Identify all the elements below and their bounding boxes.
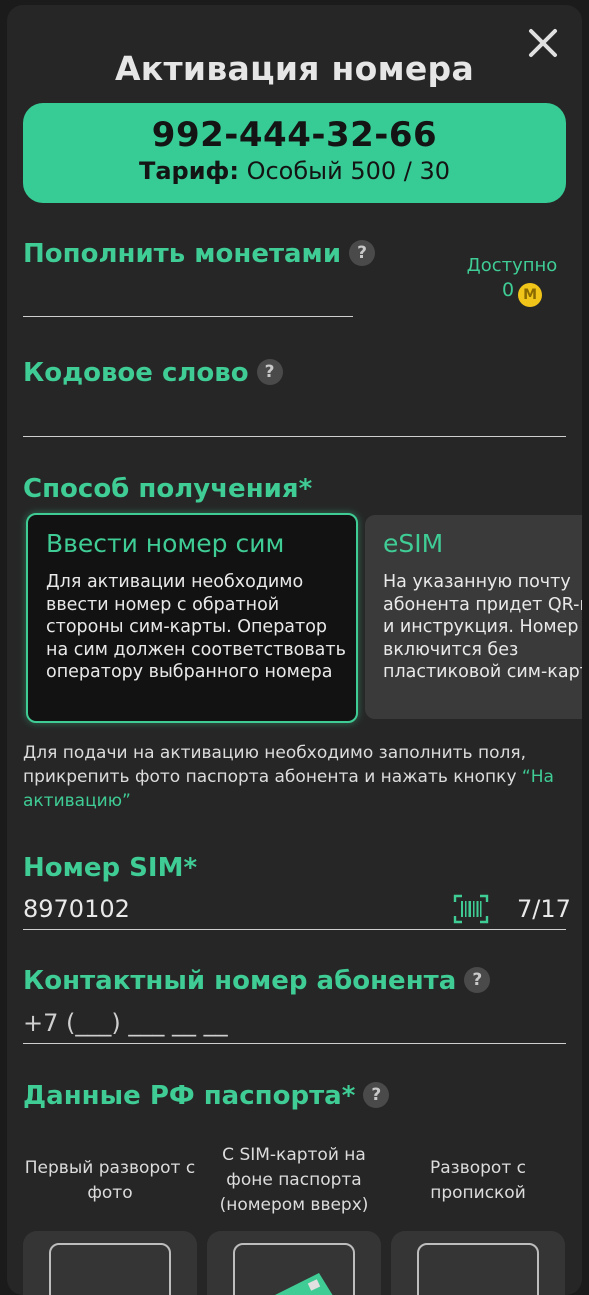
sim-number-label: Номер SIM* [23,853,198,883]
passport-label-row: Данные РФ паспорта*? [23,1081,390,1111]
coins-label-row: Пополнить монетами? [23,239,376,269]
coins-label: Пополнить монетами [23,239,342,269]
photo-upload-first-spread[interactable] [23,1231,197,1295]
passport-help-icon[interactable]: ? [363,1082,390,1108]
code-word-label: Кодовое слово [23,358,249,388]
coins-input[interactable] [23,316,353,317]
option-esim[interactable]: eSIM На указанную почту абонента придет … [365,515,582,719]
delivery-label: Способ получения* [23,474,313,504]
info-text: Для подачи на активацию необходимо запол… [23,743,526,787]
available-balance: 0M [477,279,567,307]
contact-phone-label: Контактный номер абонента [23,966,457,996]
contact-phone-underline [23,1043,566,1044]
photo-label-registration: Разворот с пропиской [430,1158,526,1203]
contact-phone-label-row: Контактный номер абонента? [23,966,491,996]
photo-upload-sim-on-passport[interactable] [207,1231,381,1295]
option-title: eSIM [383,529,444,558]
activation-info: Для подачи на активацию необходимо запол… [23,741,568,813]
phone-number: 992-444-32-66 [151,115,438,155]
option-sim-number[interactable]: Ввести номер сим Для активации необходим… [26,513,358,723]
contact-phone-help-icon[interactable]: ? [464,967,491,993]
photo-label-sim-on-passport: С SIM-картой на фоне паспорта (номером в… [219,1145,369,1215]
photo-label-first-spread: Первый разворот с фото [24,1158,196,1203]
passport-placeholder-icon [49,1243,171,1295]
option-title: Ввести номер сим [46,529,285,558]
dialog-title: Активация номера [114,49,475,88]
coins-help-icon[interactable]: ? [349,240,376,266]
passport-placeholder-icon [417,1243,539,1295]
available-label: Доступно [466,255,558,276]
barcode-scan-icon[interactable] [453,893,489,925]
contact-phone-input[interactable]: +7 (___) ___ __ __ [23,1009,228,1037]
tariff: Тариф: Особый 500 / 30 [23,157,566,185]
coin-icon: M [518,283,543,307]
number-card: 992-444-32-66 Тариф: Особый 500 / 30 [23,103,566,203]
code-word-input[interactable] [23,436,566,437]
code-word-label-row: Кодовое слово? [23,358,283,388]
option-description: Для активации необходимо ввести номер с … [46,572,346,682]
tariff-value: Особый 500 / 30 [238,157,451,185]
available-value: 0 [501,279,515,301]
code-word-help-icon[interactable]: ? [256,359,283,385]
sim-number-input[interactable]: 8970102 [23,895,130,923]
photo-upload-registration[interactable] [391,1231,565,1295]
passport-label: Данные РФ паспорта* [23,1081,356,1111]
option-description: На указанную почту абонента придет QR-ко… [383,572,582,682]
sim-number-counter: 7/17 [517,895,571,923]
activation-dialog: Активация номера 992-444-32-66 Тариф: Ос… [7,5,582,1295]
sim-number-underline [23,929,566,930]
tariff-label: Тариф: [138,157,239,185]
sim-card-icon [275,1273,333,1295]
